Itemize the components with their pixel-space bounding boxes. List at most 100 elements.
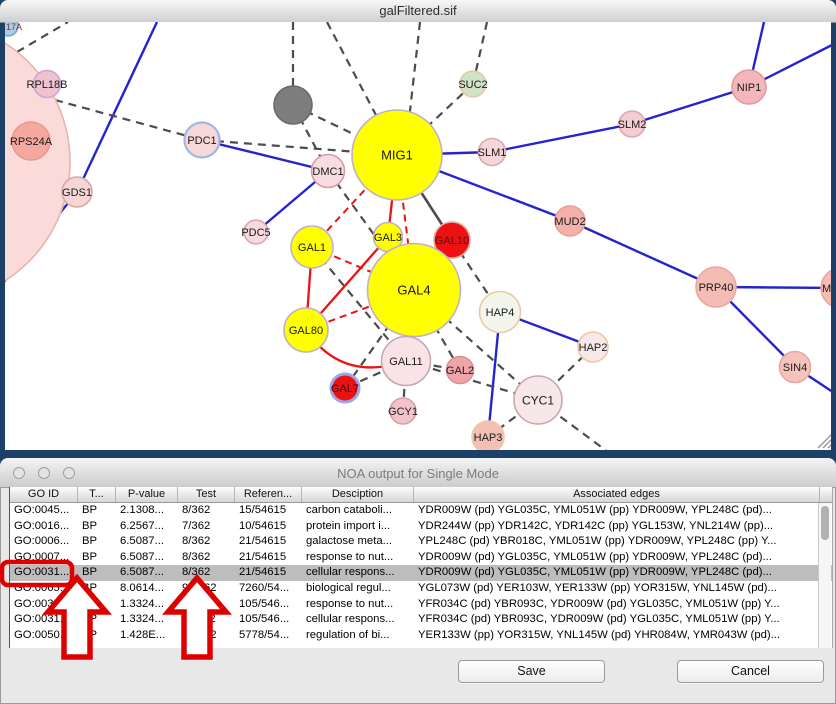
column-header-referen-[interactable]: Referen... [235,487,302,502]
window-title: NOA output for Single Mode [0,458,836,487]
node-label-GAL1: GAL1 [298,242,326,254]
table-row[interactable]: GO:0031...BP6.5087...8/36221/54615cellul… [10,565,832,581]
cell: 6.5087... [116,565,178,581]
cell: 94/362 [178,581,235,597]
cell: YDR244W (pp) YDR142C, YDR142C (pp) YGL15… [414,519,820,535]
cell: 2.1308... [116,503,178,519]
cell: cellular respons... [302,612,414,628]
node-label-GAL7: GAL7 [331,383,359,395]
cell: GO:0045... [10,503,78,519]
cell: 7/362 [178,519,235,535]
cell: 1.428E... [116,628,178,644]
node-big-left[interactable] [5,22,70,303]
cell: GO:0031... [10,597,78,613]
noa-output-window: NOA output for Single Mode GO IDT...P-va… [0,458,836,704]
cell: 1.3324... [116,597,178,613]
cell: BP [78,550,116,566]
table-row[interactable]: GO:0065...BP8.0614...94/3627260/54...bio… [10,581,832,597]
vertical-scrollbar[interactable] [818,503,831,648]
edge-blue [492,124,632,152]
node-label-HAP4: HAP4 [486,307,515,319]
node-label-HAP2: HAP2 [579,342,608,354]
column-header-desciption[interactable]: Desciption [302,487,414,502]
cell: YGL073W (pd) YER103W, YER133W (pp) YOR31… [414,581,820,597]
cancel-button[interactable]: Cancel [677,660,824,683]
cell: 8/362 [178,503,235,519]
node-label-MS-clipped: MS [822,283,831,295]
node-label-RPL18B: RPL18B [27,79,68,91]
node-gray-node[interactable] [274,86,312,124]
cell: BP [78,565,116,581]
node-label-HAP3: HAP3 [474,432,503,444]
column-header-p-value[interactable]: P-value [116,487,178,502]
resize-grip-icon [818,434,831,448]
table-row[interactable]: GO:0045...BP2.1308...8/36215/54615carbon… [10,503,832,519]
cell: carbon cataboli... [302,503,414,519]
cell: GO:0006... [10,534,78,550]
noa-titlebar[interactable]: NOA output for Single Mode [0,458,836,488]
cell: GO:0031... [10,565,78,581]
cell: regulation of bi... [302,628,414,644]
column-header-t-[interactable]: T... [78,487,116,502]
node-label-MIG1: MIG1 [381,148,413,163]
node-label-GAL4: GAL4 [397,283,430,298]
edge-blue [570,221,716,287]
save-button[interactable]: Save [458,660,605,683]
table-row[interactable]: GO:0016...BP6.2567...7/36210/54615protei… [10,519,832,535]
node-label-GDS1: GDS1 [62,187,92,199]
column-header-associated-edges[interactable]: Associated edges [414,487,820,502]
node-label-GCY1: GCY1 [388,406,418,418]
cell: BP [78,597,116,613]
graph-titlebar[interactable]: galFiltered.sif [0,0,836,23]
cell: GO:0016... [10,519,78,535]
noa-results-table: GO IDT...P-valueTestReferen...Desciption… [9,487,833,648]
cell: YDR009W (pd) YGL035C, YML051W (pp) YDR00… [414,550,820,566]
cell: 6.5087... [116,534,178,550]
cell: GO:0065... [10,581,78,597]
cell: 8/362 [178,550,235,566]
cell: 21/54615 [235,550,302,566]
table-row[interactable]: GO:0031...BP1.3324...11/362105/546...cel… [10,612,832,628]
cell: 6.5087... [116,550,178,566]
cell: YFR034C (pd) YBR093C, YDR009W (pd) YGL03… [414,612,820,628]
column-header-test[interactable]: Test [178,487,235,502]
cell: 8.0614... [116,581,178,597]
node-label-GAL11: GAL11 [389,356,422,368]
cell: 11/362 [178,597,235,613]
cell: 80/362 [178,628,235,644]
cell: 15/54615 [235,503,302,519]
cell: BP [78,519,116,535]
cell: GO:0031... [10,612,78,628]
node-label-SLM2: SLM2 [618,119,647,131]
cell: 6.2567... [116,519,178,535]
node-label-SIN4: SIN4 [783,362,807,374]
scrollbar-thumb[interactable] [821,506,829,540]
cell: biological regul... [302,581,414,597]
cell: 7260/54... [235,581,302,597]
node-label-CYC1: CYC1 [522,393,554,407]
node-label-GAL2: GAL2 [446,365,474,377]
node-label-MUD2: MUD2 [554,216,585,228]
window-title: galFiltered.sif [0,0,836,22]
edge-dash [55,100,202,140]
cell: YDR009W (pd) YGL035C, YML051W (pp) YDR00… [414,503,820,519]
node-label-GAL3: GAL3 [374,232,402,244]
column-header-go-id[interactable]: GO ID [10,487,78,502]
cell: protein import i... [302,519,414,535]
node-label-SUC2: SUC2 [458,79,487,91]
node-label-PDC1: PDC1 [187,135,216,147]
network-canvas[interactable]: RPL18BRPS24AGDS1PDC1DMC1MIG1SUC2SLM1SLM2… [5,22,831,450]
cell: YPL248C (pd) YBR018C, YML051W (pp) YDR00… [414,534,820,550]
cell: 11/362 [178,612,235,628]
node-label-NIP1: NIP1 [737,82,761,94]
table-row[interactable]: GO:0007...BP6.5087...8/36221/54615respon… [10,550,832,566]
button-bar: Save Cancel [0,648,836,704]
table-row[interactable]: GO:0050...BP1.428E...80/3625778/54...reg… [10,628,832,644]
cell: 21/54615 [235,565,302,581]
node-label-PRP40: PRP40 [699,282,734,294]
table-row[interactable]: GO:0031...BP1.3324...11/362105/546...res… [10,597,832,613]
cell: response to nut... [302,550,414,566]
table-row[interactable]: GO:0006...BP6.5087...8/36221/54615galact… [10,534,832,550]
edge-dash [17,22,68,52]
cell: GO:0050... [10,628,78,644]
